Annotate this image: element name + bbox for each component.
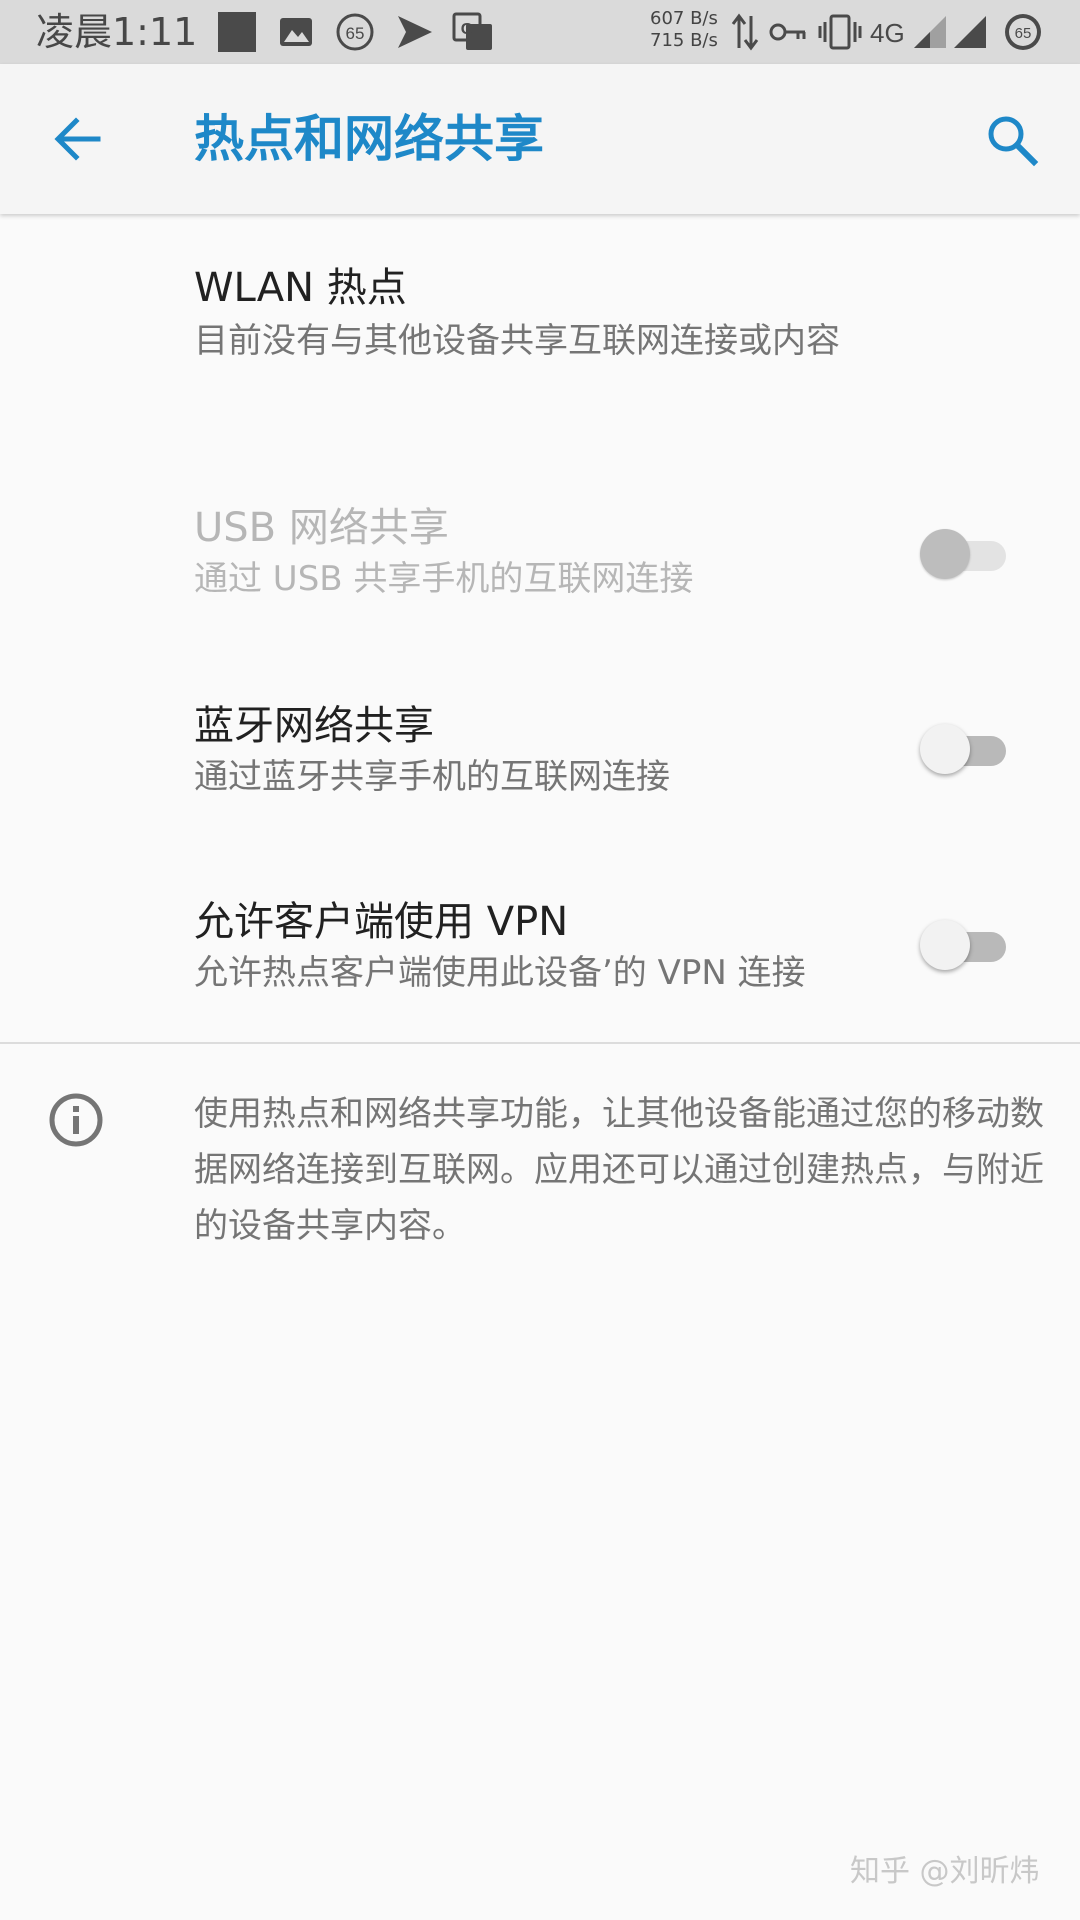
app-bar: 热点和网络共享 — [0, 64, 1080, 214]
switch-thumb — [920, 724, 970, 774]
badge-count: 65 — [346, 24, 365, 43]
setting-subtitle: 目前没有与其他设备共享互联网连接或内容 — [194, 321, 840, 361]
status-bar: 凌晨1:11 65 G 607 B/s 715 B/s 4G 65 — [0, 0, 1080, 64]
setting-title: USB 网络共享 — [194, 505, 449, 551]
vibrate-icon — [818, 14, 862, 50]
switch-thumb — [920, 920, 970, 970]
signal-sim1-icon — [914, 16, 946, 48]
network-type-icon: 4G — [870, 18, 905, 48]
page-title: 热点和网络共享 — [194, 110, 544, 168]
svg-text:G: G — [461, 21, 473, 38]
app-notification-icon — [218, 12, 256, 52]
speed-up: 607 B/s — [650, 8, 718, 29]
allow-vpn-switch[interactable] — [920, 914, 1010, 974]
send-icon — [398, 16, 432, 48]
watermark: 知乎 @刘昕炜 — [850, 1854, 1040, 1889]
info-icon — [49, 1093, 103, 1147]
back-arrow-icon[interactable] — [48, 109, 108, 169]
usb-tethering-switch — [920, 523, 1010, 583]
setting-usb-tethering: USB 网络共享 通过 USB 共享手机的互联网连接 — [0, 490, 1080, 620]
badge-icon: 65 — [336, 13, 374, 51]
bluetooth-tethering-switch[interactable] — [920, 718, 1010, 778]
battery-level: 65 — [1015, 25, 1032, 42]
section-divider — [0, 1042, 1080, 1044]
setting-title: WLAN 热点 — [194, 265, 407, 311]
image-icon — [280, 18, 312, 46]
setting-bluetooth-tethering[interactable]: 蓝牙网络共享 通过蓝牙共享手机的互联网连接 — [0, 688, 1080, 818]
info-description: 使用热点和网络共享功能，让其他设备能通过您的移动数据网络连接到互联网。应用还可以… — [194, 1094, 1044, 1246]
setting-allow-vpn[interactable]: 允许客户端使用 VPN 允许热点客户端使用此设备’的 VPN 连接 — [0, 884, 1080, 1014]
signal-sim2-icon — [954, 16, 986, 48]
setting-subtitle: 通过 USB 共享手机的互联网连接 — [194, 559, 694, 599]
search-icon[interactable] — [982, 110, 1042, 170]
speed-down: 715 B/s — [650, 30, 718, 51]
setting-wlan-hotspot[interactable]: WLAN 热点 目前没有与其他设备共享互联网连接或内容 — [0, 240, 1080, 410]
battery-icon: 65 — [1005, 14, 1041, 50]
vpn-key-icon — [769, 23, 806, 41]
network-speed: 607 B/s 715 B/s — [650, 8, 718, 52]
status-time: 凌晨1:11 — [36, 10, 198, 54]
data-arrows-icon — [731, 13, 759, 51]
network-type-label: 4G — [870, 18, 905, 48]
setting-subtitle: 允许热点客户端使用此设备’的 VPN 连接 — [194, 953, 806, 993]
setting-title: 蓝牙网络共享 — [194, 703, 434, 749]
switch-thumb — [920, 529, 970, 579]
translate-icon: G — [452, 12, 492, 50]
setting-subtitle: 通过蓝牙共享手机的互联网连接 — [194, 757, 670, 797]
setting-title: 允许客户端使用 VPN — [194, 899, 569, 945]
